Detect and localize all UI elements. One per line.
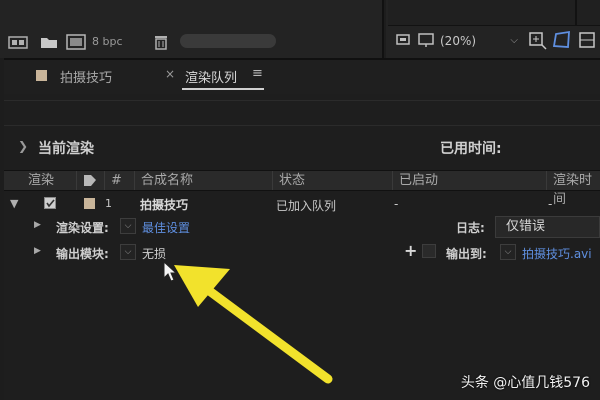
mouse-cursor-icon bbox=[163, 260, 178, 282]
column-label[interactable] bbox=[76, 171, 104, 190]
grid-icon[interactable] bbox=[578, 30, 596, 50]
expand-triangle-icon[interactable]: ▼ bbox=[10, 197, 18, 210]
column-comp-name[interactable]: 合成名称 bbox=[134, 171, 272, 190]
log-dropdown[interactable]: 仅错误 bbox=[495, 216, 600, 238]
close-icon[interactable]: × bbox=[165, 67, 175, 81]
folder-icon[interactable] bbox=[40, 35, 58, 49]
mask-icon[interactable] bbox=[552, 30, 572, 50]
column-started[interactable]: 已启动 bbox=[392, 171, 546, 190]
chevron-right-icon[interactable]: ❯ bbox=[18, 139, 28, 153]
annotation-arrow-icon bbox=[174, 265, 333, 384]
label-color-swatch bbox=[36, 70, 47, 81]
render-settings-dropdown[interactable]: ⌵ bbox=[120, 218, 136, 234]
tag-icon bbox=[84, 175, 96, 186]
thumbnail-slider[interactable] bbox=[180, 34, 276, 48]
check-icon bbox=[46, 199, 55, 208]
tab-comp[interactable]: 拍摄技巧 bbox=[60, 67, 112, 86]
render-settings-link[interactable]: 最佳设置 bbox=[142, 219, 190, 236]
add-output-button[interactable]: + bbox=[404, 241, 417, 260]
log-value: 仅错误 bbox=[506, 219, 546, 234]
item-status: 已加入队列 bbox=[276, 199, 337, 213]
divider bbox=[4, 100, 600, 101]
node-icon[interactable] bbox=[8, 34, 30, 50]
item-started: - bbox=[394, 197, 399, 211]
output-module-label: 输出模块: bbox=[56, 247, 109, 261]
camera-icon[interactable] bbox=[396, 32, 412, 48]
divider bbox=[575, 0, 577, 26]
render-checkbox[interactable] bbox=[44, 197, 56, 209]
viewer-top-strip bbox=[388, 0, 600, 26]
output-module-dropdown[interactable]: ⌵ bbox=[120, 244, 136, 260]
chevron-down-icon: ⌵ bbox=[510, 35, 518, 46]
label-color-swatch[interactable] bbox=[84, 198, 95, 209]
divider bbox=[4, 125, 600, 126]
project-toolbar bbox=[0, 0, 384, 58]
zoom-value: (20%) bbox=[440, 34, 477, 48]
item-comp-name[interactable]: 拍摄技巧 bbox=[140, 196, 188, 213]
zoom-dropdown[interactable]: (20%) ⌵ bbox=[440, 31, 520, 51]
expand-triangle-icon[interactable]: ▶ bbox=[34, 220, 41, 230]
comp-icon[interactable] bbox=[66, 34, 86, 50]
item-number: 1 bbox=[105, 197, 112, 210]
column-status[interactable]: 状态 bbox=[272, 171, 392, 190]
column-render[interactable]: 渲染 bbox=[4, 171, 76, 190]
queue-header-row: 渲染 # 合成名称 状态 已启动 渲染时间 bbox=[4, 170, 600, 207]
monitor-icon[interactable] bbox=[418, 32, 434, 48]
elapsed-time-label: 已用时间: bbox=[440, 141, 502, 157]
log-label: 日志: bbox=[456, 221, 485, 235]
active-tab-indicator bbox=[182, 88, 264, 90]
expand-triangle-icon[interactable]: ▶ bbox=[34, 246, 41, 256]
column-render-time[interactable]: 渲染时间 bbox=[546, 171, 600, 207]
render-settings-label: 渲染设置: bbox=[56, 221, 109, 235]
bit-depth-button[interactable]: 8 bpc bbox=[92, 35, 123, 48]
output-to-label: 输出到: bbox=[446, 247, 487, 261]
output-to-dropdown[interactable]: ⌵ bbox=[500, 244, 516, 260]
current-render-title[interactable]: 当前渲染 bbox=[38, 138, 94, 158]
tab-render-queue[interactable]: 渲染队列 bbox=[185, 67, 237, 86]
trash-icon[interactable] bbox=[154, 34, 168, 50]
panel-menu-icon[interactable]: ≡ bbox=[252, 66, 263, 81]
crosshair-icon[interactable] bbox=[527, 30, 547, 50]
output-file-link[interactable]: 拍摄技巧.avi bbox=[522, 245, 592, 262]
column-number[interactable]: # bbox=[104, 171, 134, 190]
watermark: 头条 @心值几钱576 bbox=[460, 375, 590, 391]
item-render-time: - bbox=[548, 197, 553, 211]
remove-output-button[interactable] bbox=[422, 244, 436, 258]
